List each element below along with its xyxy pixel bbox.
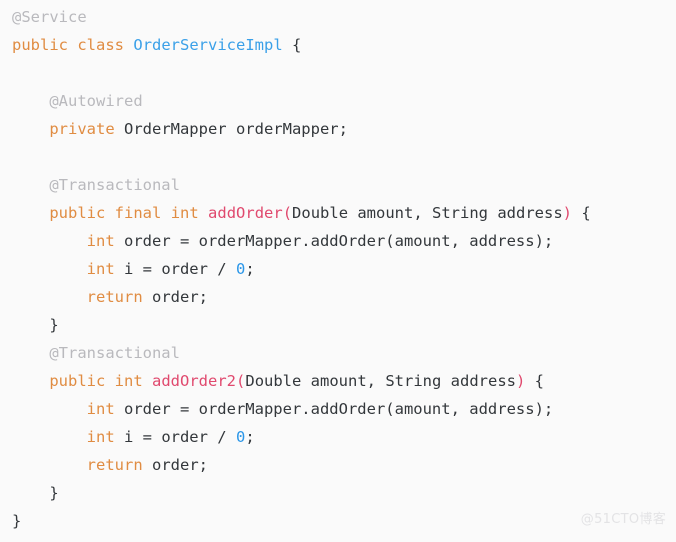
token-annotation: @Transactional <box>49 344 180 362</box>
code-line: @Autowired <box>12 87 676 115</box>
token-keyword: return <box>86 288 143 306</box>
token-plain: order; <box>142 456 208 474</box>
token-plain: i = order / <box>114 260 236 278</box>
token-keyword: int <box>170 204 199 222</box>
watermark-label: @51CTO博客 <box>580 512 666 527</box>
code-block[interactable]: @Service public class OrderServiceImpl { … <box>0 3 676 535</box>
token-plain: order = orderMapper.addOrder(amount, add… <box>114 232 554 250</box>
code-line: int order = orderMapper.addOrder(amount,… <box>12 395 676 423</box>
code-line: private OrderMapper orderMapper; <box>12 115 676 143</box>
token-punct: } <box>49 484 59 502</box>
code-line: int i = order / 0; <box>12 255 676 283</box>
token-plain: Double amount, String address <box>292 204 563 222</box>
token-method: addOrder <box>208 204 283 222</box>
token-keyword: int <box>114 372 143 390</box>
token-keyword: public <box>49 204 106 222</box>
code-line: } <box>12 479 676 507</box>
token-method: addOrder2 <box>152 372 237 390</box>
token-punct: } <box>12 512 22 530</box>
token-punct: } <box>49 316 59 334</box>
code-line: @Transactional <box>12 171 676 199</box>
token-number: 0 <box>235 428 246 446</box>
token-plain: ; <box>245 260 255 278</box>
token-keyword: class <box>77 36 125 54</box>
token-punct: { <box>525 372 544 390</box>
code-line: public class OrderServiceImpl { <box>12 31 676 59</box>
token-plain: i = order / <box>114 428 236 446</box>
code-line: @Service <box>12 3 676 31</box>
token-keyword: public <box>49 372 106 390</box>
code-line: @Transactional <box>12 339 676 367</box>
code-line: public final int addOrder(Double amount,… <box>12 199 676 227</box>
token-plain: Double amount, String address <box>245 372 516 390</box>
token-plain: order; <box>142 288 208 306</box>
token-annotation: @Transactional <box>49 176 180 194</box>
token-keyword: int <box>86 428 115 446</box>
code-line: public int addOrder2(Double amount, Stri… <box>12 367 676 395</box>
token-keyword: final <box>114 204 162 222</box>
code-line: return order; <box>12 283 676 311</box>
code-line: int i = order / 0; <box>12 423 676 451</box>
token-punct: { <box>282 36 302 54</box>
token-method: ) <box>562 204 572 222</box>
code-screenshot: @Service public class OrderServiceImpl { … <box>0 0 676 542</box>
token-classname: OrderServiceImpl <box>133 36 283 54</box>
token-punct: { <box>572 204 591 222</box>
token-number: 0 <box>235 260 246 278</box>
token-plain: order = orderMapper.addOrder(amount, add… <box>114 400 554 418</box>
code-line: } <box>12 311 676 339</box>
token-keyword: int <box>86 400 115 418</box>
token-plain: OrderMapper orderMapper; <box>114 120 348 138</box>
token-method: ( <box>282 204 293 222</box>
token-method: ( <box>236 372 246 390</box>
token-keyword: private <box>49 120 115 138</box>
code-line: return order; <box>12 451 676 479</box>
token-annotation: @Service <box>12 8 87 26</box>
token-keyword: int <box>86 260 115 278</box>
token-annotation: @Autowired <box>49 92 143 110</box>
token-keyword: int <box>86 232 115 250</box>
token-keyword: public <box>12 36 68 54</box>
code-line: } <box>12 507 676 535</box>
token-keyword: return <box>86 456 143 474</box>
token-method: ) <box>515 372 526 390</box>
token-plain: ; <box>245 428 255 446</box>
code-line: int order = orderMapper.addOrder(amount,… <box>12 227 676 255</box>
